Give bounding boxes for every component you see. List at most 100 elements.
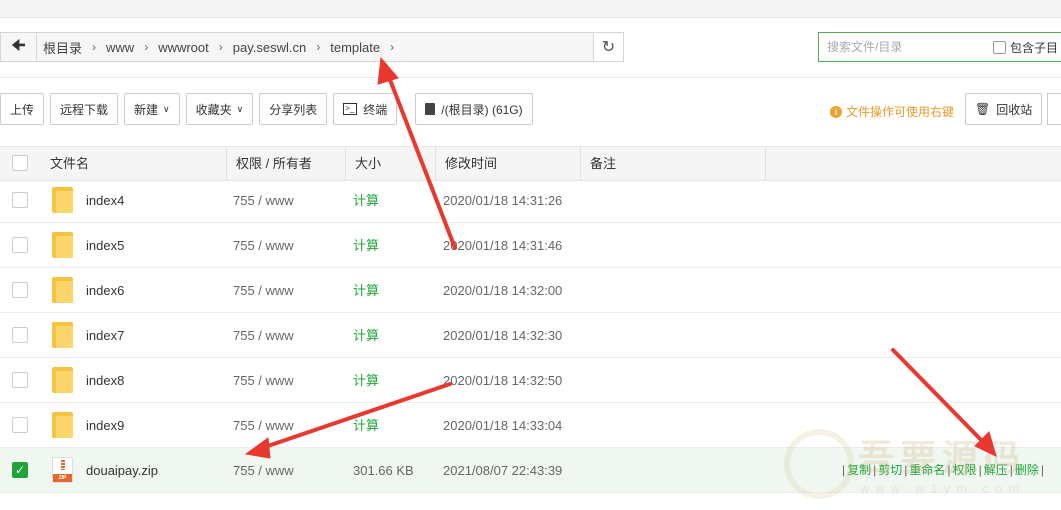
header-divider (765, 147, 766, 181)
file-perm[interactable]: 755 / www (233, 313, 294, 358)
terminal-icon: >_ (343, 103, 358, 115)
folder-icon (52, 412, 73, 438)
row-checkbox[interactable] (12, 327, 28, 343)
file-mtime: 2020/01/18 14:31:26 (443, 193, 563, 208)
header-mtime[interactable]: 修改时间 (445, 147, 497, 181)
file-name[interactable]: index6 (86, 268, 124, 313)
folder-icon (52, 367, 73, 393)
new-button[interactable]: 新建 ∨ (124, 93, 180, 125)
disk-icon (425, 103, 436, 115)
watermark: 吾要源码 www.w1ym.com (780, 425, 1061, 510)
watermark-url: www.w1ym.com (860, 481, 1026, 496)
crumb-wwwroot[interactable]: wwwroot › (158, 40, 233, 55)
watermark-logo-icon (784, 429, 854, 499)
file-name[interactable]: index9 (86, 403, 124, 448)
breadcrumb: 根目录 › www › wwwroot › pay.seswl.cn › templat… (37, 33, 593, 61)
chevron-right-icon: › (390, 40, 395, 54)
header-divider (580, 147, 581, 181)
crumb-root[interactable]: 根目录 › (43, 38, 106, 57)
crumb-www[interactable]: www › (106, 40, 158, 55)
trash-icon: 🗑 (975, 102, 991, 116)
header-size[interactable]: 大小 (355, 147, 381, 181)
folder-icon (52, 187, 73, 213)
header-divider (226, 147, 227, 181)
row-checkbox[interactable] (12, 417, 28, 433)
table-row[interactable]: index8 755 / www 计算 2020/01/18 14:32:50 (0, 358, 1061, 403)
favorites-button[interactable]: 收藏夹 ∨ (185, 93, 254, 125)
folder-icon (52, 232, 73, 258)
share-list-button[interactable]: 分享列表 (259, 93, 328, 125)
file-perm[interactable]: 755 / www (233, 223, 294, 268)
path-bar: 🠈 根目录 › www › wwwroot › pay.seswl.cn › templ… (0, 32, 624, 62)
row-checkbox[interactable] (12, 372, 28, 388)
row-checkbox[interactable] (12, 192, 28, 208)
table-header: 文件名 权限 / 所有者 大小 修改时间 备注 (0, 146, 1061, 181)
file-mtime: 2020/01/18 14:32:30 (443, 328, 563, 343)
back-button[interactable]: 🠈 (1, 33, 37, 61)
file-name[interactable]: index8 (86, 358, 124, 403)
chevron-down-icon: ∨ (163, 103, 170, 114)
file-size[interactable]: 计算 (353, 358, 379, 403)
file-mtime: 2020/01/18 14:33:04 (443, 418, 563, 433)
file-perm[interactable]: 755 / www (233, 178, 294, 223)
folder-icon (52, 277, 73, 303)
file-name[interactable]: index4 (86, 178, 124, 223)
table-row[interactable]: index7 755 / www 计算 2020/01/18 14:32:30 (0, 313, 1061, 358)
file-perm[interactable]: 755 / www (233, 358, 294, 403)
arrow-left-icon: 🠈 (11, 36, 26, 54)
table-row[interactable]: index5 755 / www 计算 2020/01/18 14:31:46 (0, 223, 1061, 268)
search-input[interactable] (819, 34, 989, 60)
file-size[interactable]: 计算 (353, 313, 379, 358)
chevron-right-icon: › (316, 40, 321, 54)
subdir-checkbox[interactable] (993, 40, 1006, 54)
subdir-label: 包含子目 (1010, 40, 1059, 55)
header-note[interactable]: 备注 (590, 147, 616, 181)
file-size[interactable]: 计算 (353, 178, 379, 223)
table-row[interactable]: index6 755 / www 计算 2020/01/18 14:32:00 (0, 268, 1061, 313)
crumb-site[interactable]: pay.seswl.cn › (233, 40, 330, 55)
upload-button[interactable]: 上传 (0, 93, 45, 125)
file-perm[interactable]: 755 / www (233, 268, 294, 313)
file-mtime: 2020/01/18 14:31:46 (443, 238, 563, 253)
header-name[interactable]: 文件名 (50, 147, 89, 181)
refresh-icon: ↻ (601, 39, 616, 56)
file-name[interactable]: douaipay.zip (86, 448, 158, 493)
file-size[interactable]: 计算 (353, 268, 379, 313)
file-size[interactable]: 计算 (353, 223, 379, 268)
terminal-button[interactable]: >_ 终端 (333, 93, 398, 125)
refresh-button[interactable]: ↻ (593, 33, 623, 61)
file-size: 301.66 KB (353, 463, 414, 478)
header-divider (345, 147, 346, 181)
file-name[interactable]: index7 (86, 313, 124, 358)
file-mtime: 2021/08/07 22:43:39 (443, 463, 563, 478)
watermark-title: 吾要源码 (858, 437, 1027, 479)
row-checkbox[interactable] (12, 282, 28, 298)
file-perm[interactable]: 755 / www (233, 448, 294, 493)
header-perm[interactable]: 权限 / 所有者 (236, 147, 312, 181)
file-name[interactable]: index5 (86, 223, 124, 268)
select-all-checkbox[interactable] (12, 155, 28, 171)
disk-button[interactable]: /(根目录) (61G) (415, 93, 533, 125)
divider (0, 77, 1061, 78)
row-checkbox[interactable]: ✓ (12, 462, 28, 478)
crumb-template[interactable]: template › (330, 40, 404, 55)
zip-file-icon: ZIP (52, 457, 73, 483)
recycle-bin-button[interactable]: 🗑 回收站 (965, 93, 1043, 125)
search-box: 包含子目 (818, 32, 1061, 62)
file-mtime: 2020/01/18 14:32:50 (443, 373, 563, 388)
top-strip (0, 0, 1061, 18)
file-perm[interactable]: 755 / www (233, 403, 294, 448)
table-row[interactable]: index4 755 / www 计算 2020/01/18 14:31:26 (0, 178, 1061, 223)
chevron-right-icon: › (218, 40, 223, 54)
file-size[interactable]: 计算 (353, 403, 379, 448)
folder-icon (52, 322, 73, 348)
more-button[interactable] (1047, 93, 1061, 125)
row-checkbox[interactable] (12, 237, 28, 253)
file-mtime: 2020/01/18 14:32:00 (443, 283, 563, 298)
recycle-wrap: 🗑 回收站 (965, 93, 1048, 125)
toolbar: 上传 远程下载 新建 ∨ 收藏夹 ∨ 分享列表 >_ 终端 /(根目录) (61G) (0, 93, 539, 125)
remote-download-button[interactable]: 远程下载 (50, 93, 119, 125)
chevron-right-icon: › (92, 40, 97, 54)
chevron-down-icon: ∨ (236, 103, 244, 114)
chevron-right-icon: › (144, 40, 149, 54)
